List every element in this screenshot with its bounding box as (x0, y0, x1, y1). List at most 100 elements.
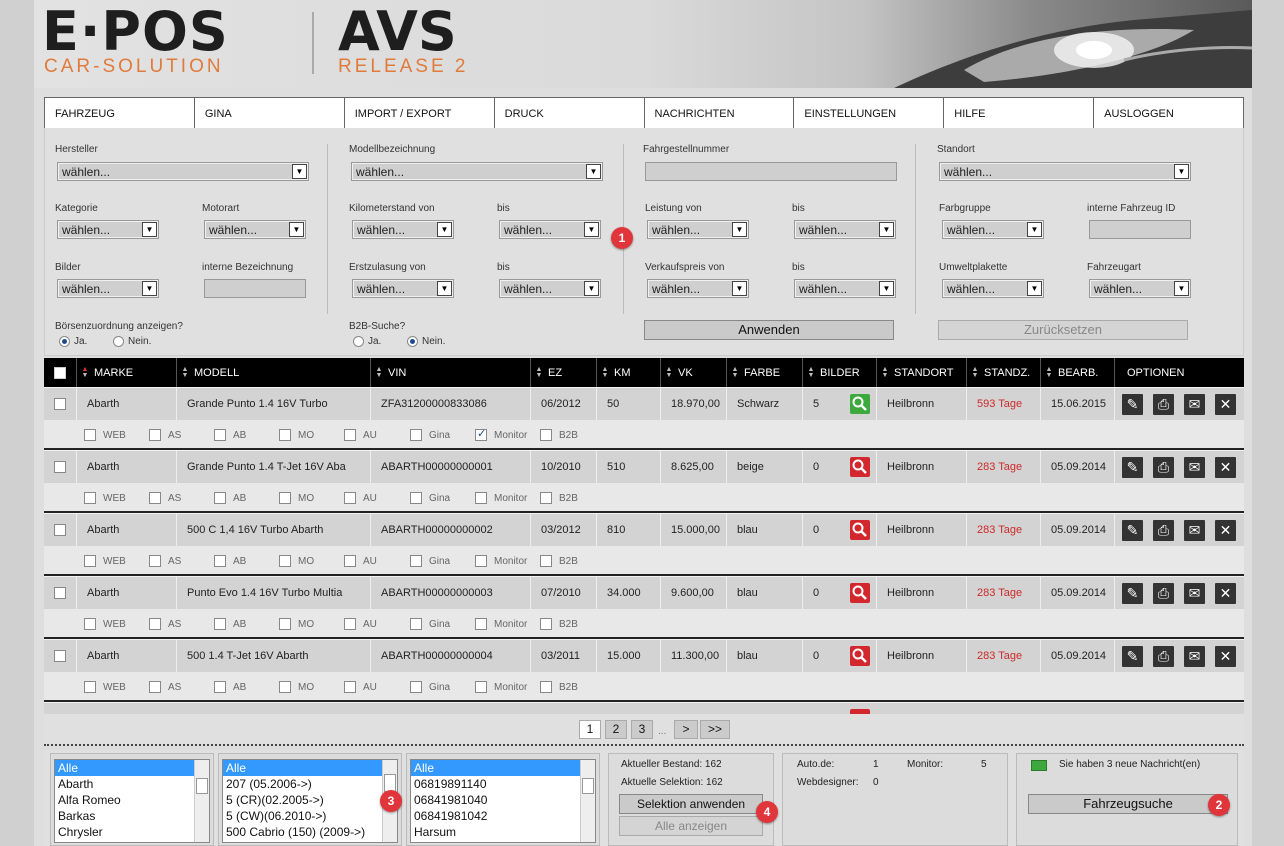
boerse-no-radio[interactable]: Nein. (113, 336, 151, 347)
print-icon[interactable]: ⎙ (1153, 394, 1174, 415)
col-modell[interactable]: ▲ ▼ MODELL (176, 358, 370, 387)
flag-checkbox[interactable] (475, 618, 487, 630)
list-item[interactable]: Alle (55, 760, 209, 776)
flag-b2b[interactable]: B2B (540, 618, 578, 630)
edit-icon[interactable]: ✎ (1122, 520, 1143, 541)
list-item[interactable]: 5 (CW)(06.2010->) (223, 808, 397, 824)
umwelt-select[interactable]: wählen... ▼ (942, 279, 1044, 298)
flag-checkbox[interactable] (540, 429, 552, 441)
vehicle-search-button[interactable]: Fahrzeugsuche (1028, 794, 1228, 814)
flag-checkbox[interactable] (475, 492, 487, 504)
edit-icon[interactable]: ✎ (1122, 646, 1143, 667)
list-item[interactable]: 06819891140 (411, 776, 595, 792)
flag-checkbox[interactable] (540, 492, 552, 504)
col-vin[interactable]: ▲ ▼ VIN (370, 358, 530, 387)
flag-checkbox[interactable] (410, 429, 422, 441)
list-item[interactable]: Barkas (55, 808, 209, 824)
flag-mo[interactable]: MO (279, 681, 314, 693)
nav-import-export[interactable]: IMPORT / EXPORT (345, 98, 495, 128)
select-all-checkbox[interactable] (54, 367, 66, 379)
table-row[interactable]: Abarth Grande Punto 1.4 16V Turbo ZFA31200… (44, 387, 1244, 420)
flag-as[interactable]: AS (149, 429, 181, 441)
page-1-button[interactable]: 1 (579, 720, 601, 739)
brand-listbox[interactable]: Alle Abarth Alfa Romeo Barkas Chrysler (54, 759, 210, 843)
mail-icon[interactable]: ✉ (1184, 520, 1205, 541)
flag-checkbox[interactable] (84, 618, 96, 630)
flag-checkbox[interactable] (214, 555, 226, 567)
nav-fahrzeug[interactable]: FAHRZEUG (45, 98, 195, 128)
flag-gina[interactable]: Gina (410, 492, 450, 504)
flag-monitor[interactable]: Monitor (475, 681, 527, 693)
flag-checkbox[interactable] (279, 681, 291, 693)
flag-checkbox[interactable] (149, 618, 161, 630)
table-row[interactable]: Abarth 500 C 1,4 16V Turbo Abarth ABARTH00… (44, 513, 1244, 546)
new-messages-text[interactable]: Sie haben 3 neue Nachricht(en) (1059, 759, 1200, 770)
flag-au[interactable]: AU (344, 492, 377, 504)
row-checkbox[interactable] (54, 461, 66, 473)
flag-checkbox[interactable] (149, 429, 161, 441)
flag-checkbox[interactable] (279, 555, 291, 567)
flag-checkbox[interactable] (475, 555, 487, 567)
flag-au[interactable]: AU (344, 555, 377, 567)
mail-icon[interactable]: ✉ (1184, 583, 1205, 604)
reset-filter-button[interactable]: Zurücksetzen (938, 320, 1188, 340)
flag-checkbox[interactable] (344, 555, 356, 567)
flag-checkbox[interactable] (410, 492, 422, 504)
nav-nachrichten[interactable]: NACHRICHTEN (645, 98, 795, 128)
flag-monitor[interactable]: Monitor (475, 618, 527, 630)
flag-checkbox[interactable] (344, 618, 356, 630)
interne-bez-input[interactable] (204, 279, 306, 298)
nav-gina[interactable]: GINA (195, 98, 345, 128)
scrollbar[interactable] (580, 760, 595, 842)
fahrzeugart-select[interactable]: wählen... ▼ (1089, 279, 1191, 298)
flag-b2b[interactable]: B2B (540, 681, 578, 693)
bilder-select[interactable]: wählen... ▼ (57, 279, 159, 298)
standort-select[interactable]: wählen... ▼ (939, 162, 1191, 181)
image-search-icon[interactable] (850, 646, 870, 666)
print-icon[interactable]: ⎙ (1153, 646, 1174, 667)
image-search-icon[interactable] (850, 457, 870, 477)
flag-mo[interactable]: MO (279, 555, 314, 567)
list-item[interactable]: 06841981042 (411, 808, 595, 824)
flag-checkbox[interactable] (475, 681, 487, 693)
flag-checkbox[interactable] (475, 427, 487, 441)
flag-b2b[interactable]: B2B (540, 429, 578, 441)
edit-icon[interactable]: ✎ (1122, 457, 1143, 478)
flag-checkbox[interactable] (279, 492, 291, 504)
nav-einstellungen[interactable]: EINSTELLUNGEN (794, 98, 945, 128)
location-listbox[interactable]: Alle 06819891140 06841981040 06841981042… (410, 759, 596, 843)
image-search-icon[interactable] (850, 520, 870, 540)
flag-monitor[interactable]: Monitor (475, 555, 527, 567)
flag-checkbox[interactable] (84, 492, 96, 504)
flag-checkbox[interactable] (149, 555, 161, 567)
leistung-von-select[interactable]: wählen... ▼ (647, 220, 749, 239)
table-row[interactable] (44, 702, 1244, 714)
flag-au[interactable]: AU (344, 429, 377, 441)
list-item[interactable]: 500 Cabrio (150) (2009->) (223, 824, 397, 840)
flag-checkbox[interactable] (84, 555, 96, 567)
col-km[interactable]: ▲ ▼ KM (596, 358, 660, 387)
page-2-button[interactable]: 2 (605, 720, 627, 739)
model-listbox[interactable]: Alle 207 (05.2006->) 5 (CR)(02.2005->) 5… (222, 759, 398, 843)
delete-icon[interactable]: ✕ (1215, 394, 1236, 415)
flag-web[interactable]: WEB (84, 492, 126, 504)
flag-monitor[interactable]: Monitor (475, 492, 527, 504)
last-page-button[interactable]: >> (700, 720, 730, 739)
interne-id-input[interactable] (1089, 220, 1191, 239)
kategorie-select[interactable]: wählen... ▼ (57, 220, 159, 239)
edit-icon[interactable]: ✎ (1122, 583, 1143, 604)
list-item[interactable]: Alfa Romeo (55, 792, 209, 808)
hersteller-select[interactable]: wählen... ▼ (57, 162, 309, 181)
flag-web[interactable]: WEB (84, 618, 126, 630)
flag-checkbox[interactable] (540, 618, 552, 630)
table-row[interactable]: Abarth 500 1.4 T-Jet 16V Abarth ABARTH0000… (44, 639, 1244, 672)
scrollbar[interactable] (194, 760, 209, 842)
flag-checkbox[interactable] (540, 681, 552, 693)
flag-gina[interactable]: Gina (410, 681, 450, 693)
flag-mo[interactable]: MO (279, 429, 314, 441)
page-3-button[interactable]: 3 (631, 720, 653, 739)
col-bilder[interactable]: ▲ ▼ BILDER (802, 358, 876, 387)
flag-checkbox[interactable] (84, 681, 96, 693)
print-icon[interactable]: ⎙ (1153, 583, 1174, 604)
flag-gina[interactable]: Gina (410, 429, 450, 441)
